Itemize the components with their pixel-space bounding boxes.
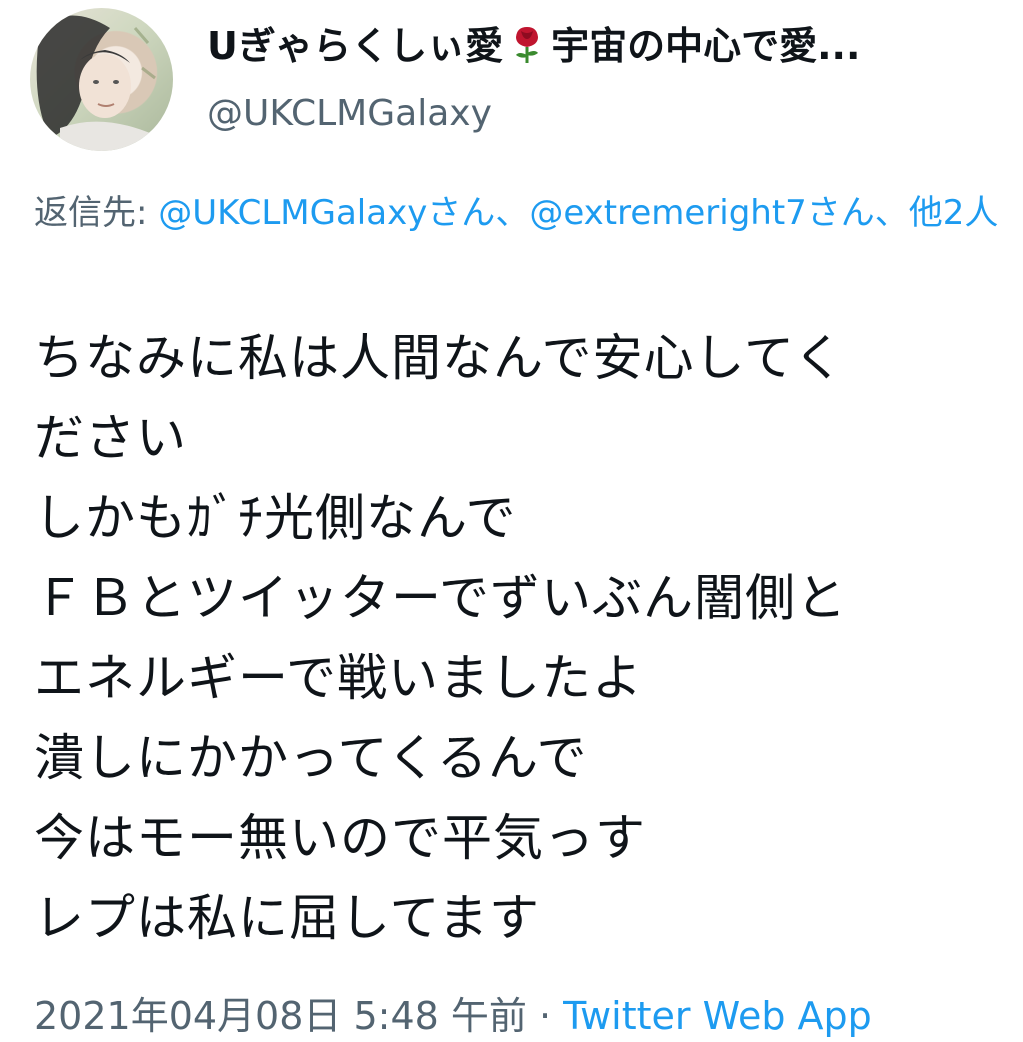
tweet-text-line: しかもｶﾞﾁ光側なんで — [34, 489, 517, 547]
mention-link[interactable]: @extremeright7さん — [529, 193, 874, 233]
mention-separator: 、 — [874, 193, 909, 233]
tweet-text-line: 潰しにかかってくるんで — [34, 729, 588, 787]
meta-separator: · — [526, 994, 564, 1038]
source-link[interactable]: Twitter Web App — [563, 994, 872, 1038]
tweet-text-line: レプは私に屈してます — [34, 889, 540, 947]
tweet-text-line: ＦＢとツイッターでずいぶん闇側と — [34, 569, 847, 627]
reply-prefix: 返信先: — [34, 193, 159, 233]
timestamp[interactable]: 2021年04月08日 5:48 午前 — [34, 994, 527, 1038]
display-name-part1: Uぎゃらくしぃ愛 — [207, 24, 504, 68]
avatar-image — [36, 15, 156, 151]
tweet-text-line: 今はモー無いので平気っす — [34, 809, 646, 867]
user-handle[interactable]: @UKCLMGalaxy — [207, 90, 492, 138]
mention-separator: 、 — [495, 193, 530, 233]
tweet-meta: 2021年04月08日 5:48 午前 · Twitter Web App — [34, 990, 1019, 1042]
mention-link[interactable]: @UKCLMGalaxyさん — [158, 193, 495, 233]
display-name-part2: 宇宙の中心で愛... — [551, 24, 861, 68]
reply-to-line: 返信先: @UKCLMGalaxyさん、@extremeright7さん、他2人 — [34, 185, 1019, 241]
display-name[interactable]: Uぎゃらくしぃ愛 宇宙の中心で愛... — [207, 22, 987, 70]
tweet-text: ちなみに私は人間なんで安心してく ださい しかもｶﾞﾁ光側なんで ＦＢとツイッタ… — [34, 318, 1023, 958]
tweet-header: Uぎゃらくしぃ愛 宇宙の中心で愛... @UKCLMGalaxy — [0, 0, 1023, 160]
tweet-text-line: ちなみに私は人間なんで安心してく — [34, 329, 845, 387]
rose-icon — [507, 23, 547, 65]
others-link[interactable]: 他2人 — [909, 193, 999, 233]
avatar[interactable] — [30, 8, 173, 151]
tweet-text-line: エネルギーで戦いましたよ — [34, 649, 643, 707]
tweet-text-line: ださい — [34, 409, 187, 467]
